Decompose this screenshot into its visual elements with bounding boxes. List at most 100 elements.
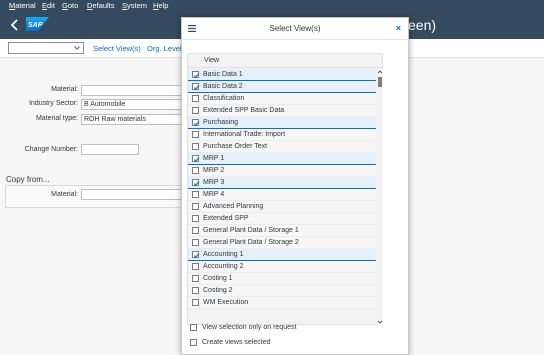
- checkbox-unchecked[interactable]: [192, 107, 199, 114]
- view-row[interactable]: General Plant Data / Storage 2: [188, 237, 376, 249]
- select-views-dialog: Select View(s) × View Basic Data 1 Basic …: [181, 17, 409, 355]
- menu-item-material[interactable]: Material: [9, 1, 36, 10]
- view-row[interactable]: Extended SPP Basic Data: [188, 105, 376, 117]
- view-row-label: WM Execution: [203, 299, 249, 306]
- view-row[interactable]: WM Execution: [188, 297, 376, 309]
- view-row[interactable]: Classification: [188, 93, 376, 105]
- checkbox-unchecked[interactable]: [192, 287, 199, 294]
- checkbox-unchecked[interactable]: [192, 95, 199, 102]
- checkbox-unchecked[interactable]: [192, 299, 199, 306]
- view-row[interactable]: International Trade: Import: [188, 129, 376, 141]
- view-selection-checkbox[interactable]: [190, 324, 197, 331]
- menu-bar: Material Edit Goto Defaults System Help: [0, 0, 544, 11]
- checkbox-unchecked[interactable]: [192, 275, 199, 282]
- sap-logo-text: SAP: [28, 22, 43, 29]
- checkbox-unchecked[interactable]: [192, 131, 199, 138]
- change-number-input[interactable]: [81, 144, 139, 155]
- view-row[interactable]: Costing 1: [188, 273, 376, 285]
- view-row[interactable]: Basic Data 2: [188, 81, 376, 93]
- checkbox-checked[interactable]: [192, 251, 200, 258]
- material-input[interactable]: [81, 85, 183, 96]
- toolbar-dropdown[interactable]: [8, 42, 84, 54]
- scroll-down-icon[interactable]: [377, 319, 383, 325]
- view-row-label: MRP 2: [203, 167, 225, 174]
- checkbox-unchecked[interactable]: [192, 143, 199, 150]
- checkbox-unchecked[interactable]: [192, 239, 199, 246]
- checkmark-icon: [193, 181, 200, 186]
- copy-material-input[interactable]: [81, 189, 183, 200]
- checkbox-unchecked[interactable]: [192, 203, 199, 210]
- view-row-label: Basic Data 2: [203, 83, 243, 90]
- view-row-label: Purchase Order Text: [203, 143, 268, 150]
- view-row[interactable]: MRP 4: [188, 189, 376, 201]
- page-title-fragment: een): [408, 17, 437, 33]
- view-row[interactable]: Extended SPP: [188, 213, 376, 225]
- close-icon[interactable]: ×: [396, 23, 401, 33]
- industry-sector-label: Industry Sector:: [28, 100, 78, 107]
- checkbox-unchecked[interactable]: [192, 227, 199, 234]
- view-row[interactable]: MRP 3: [188, 177, 376, 189]
- view-row[interactable]: MRP 2: [188, 165, 376, 177]
- views-table: View Basic Data 1 Basic Data 2 Classificat…: [187, 53, 383, 325]
- view-row-label: General Plant Data / Storage 2: [203, 239, 299, 246]
- select-views-button[interactable]: Select View(s): [93, 44, 141, 53]
- column-header-view: View: [204, 57, 220, 64]
- menu-item-goto[interactable]: Goto: [62, 1, 78, 10]
- scroll-thumb[interactable]: [378, 77, 382, 87]
- checkbox-unchecked[interactable]: [192, 191, 199, 198]
- change-number-label: Change Number:: [24, 146, 78, 153]
- view-row-label: Classification: [203, 95, 245, 102]
- view-row-label: Costing 1: [203, 275, 233, 282]
- copy-material-label: Material:: [51, 191, 78, 198]
- checkbox-checked[interactable]: [192, 179, 200, 186]
- checkbox-checked[interactable]: [192, 119, 200, 126]
- view-row[interactable]: Accounting 1: [188, 249, 376, 261]
- checkbox-unchecked[interactable]: [192, 263, 199, 270]
- views-table-body: Basic Data 1 Basic Data 2 Classification Ex…: [188, 69, 376, 309]
- view-row-label: International Trade: Import: [203, 131, 286, 138]
- menu-item-defaults[interactable]: Defaults: [87, 1, 115, 10]
- industry-sector-field[interactable]: B Automobile: [81, 99, 183, 110]
- copy-from-title: Copy from...: [6, 175, 50, 184]
- view-row-label: Extended SPP Basic Data: [203, 107, 285, 114]
- checkbox-unchecked[interactable]: [192, 167, 199, 174]
- org-levels-button[interactable]: Org. Levels: [147, 44, 185, 53]
- menu-item-system[interactable]: System: [122, 1, 147, 10]
- view-row-label: Advanced Planning: [203, 203, 264, 210]
- checkmark-icon: [193, 85, 200, 90]
- checkbox-checked[interactable]: [192, 155, 200, 162]
- checkmark-icon: [193, 73, 200, 78]
- scroll-up-icon[interactable]: [377, 69, 383, 75]
- material-label: Material:: [51, 86, 78, 93]
- view-row[interactable]: Costing 2: [188, 285, 376, 297]
- checkbox-checked[interactable]: [192, 71, 200, 78]
- back-arrow-icon[interactable]: [10, 18, 20, 32]
- chevron-down-icon: [74, 46, 80, 50]
- view-row[interactable]: Basic Data 1: [188, 69, 376, 81]
- view-row-label: Purchasing: [203, 119, 239, 126]
- view-row-label: Accounting 2: [203, 263, 244, 270]
- menu-item-help[interactable]: Help: [153, 1, 168, 10]
- view-row[interactable]: Purchasing: [188, 117, 376, 129]
- view-row[interactable]: Accounting 2: [188, 261, 376, 273]
- dialog-title: Select View(s): [269, 24, 321, 33]
- menu-item-edit[interactable]: Edit: [42, 1, 55, 10]
- view-row-label: MRP 4: [203, 191, 225, 198]
- checkmark-icon: [193, 121, 200, 126]
- create-views-checkbox[interactable]: [190, 339, 197, 346]
- material-type-field[interactable]: ROH Raw materials: [81, 114, 183, 125]
- view-row[interactable]: Purchase Order Text: [188, 141, 376, 153]
- checkbox-unchecked[interactable]: [192, 215, 199, 222]
- material-type-label: Material type:: [35, 115, 78, 122]
- view-row-label: Accounting 1: [203, 251, 244, 258]
- views-scrollbar[interactable]: [377, 69, 383, 325]
- view-row-label: Extended SPP: [203, 215, 249, 222]
- view-selection-label: View selection only on request: [202, 324, 297, 331]
- view-row[interactable]: Advanced Planning: [188, 201, 376, 213]
- checkbox-checked[interactable]: [192, 83, 200, 90]
- view-row[interactable]: MRP 1: [188, 153, 376, 165]
- create-views-label: Create views selected: [202, 339, 271, 346]
- view-row[interactable]: General Plant Data / Storage 1: [188, 225, 376, 237]
- view-row-label: Basic Data 1: [203, 71, 243, 78]
- view-row-label: General Plant Data / Storage 1: [203, 227, 299, 234]
